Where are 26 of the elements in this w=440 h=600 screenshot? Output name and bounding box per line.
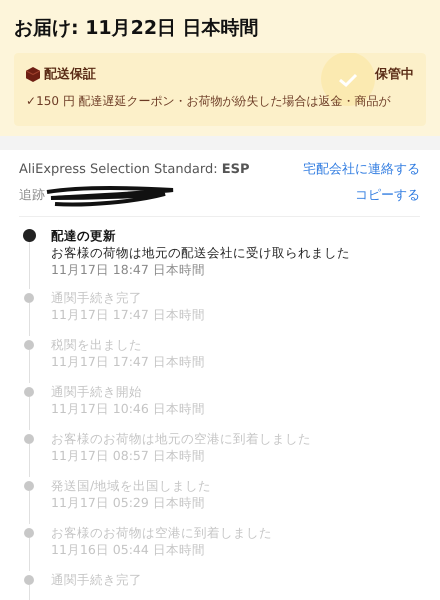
event-time: 11月17日 10:46 日本時間 <box>51 400 205 416</box>
event-time: 11月16日 05:44 日本時間 <box>51 540 206 558</box>
event-title: 税関を出ました <box>51 336 143 352</box>
event-title: お客様のお荷物は地元の空港に到着しました <box>51 430 311 446</box>
event-title: 通関手続き開始 <box>51 382 143 400</box>
event-time: 11月17日 18:47 日本時間 <box>51 260 206 278</box>
event-title: お客様のお荷物は空港に到着しました <box>51 524 272 540</box>
event-title: 通関手続き完了 <box>51 570 142 588</box>
event-time: 11月17日 17:47 日本時間 <box>51 306 205 322</box>
guarantee-status: 保管中 <box>375 66 414 84</box>
event-time: 11月17日 08:57 日本時間 <box>51 446 206 464</box>
tracking-label: 追跡 <box>19 186 45 205</box>
check-icon: ✓ <box>26 92 36 110</box>
guarantee-details: 150 円 配達遅延クーポン・お荷物が紛失した場合は返金・商品が <box>36 93 391 110</box>
event-time: 11月17日 05:29 日本時間 <box>51 494 206 510</box>
event-title: 配達の更新 <box>51 226 117 244</box>
event-time: 11月17日 17:47 日本時間 <box>51 352 205 370</box>
guarantee-title: 配送保証 <box>44 66 96 84</box>
carrier-name: AliExpress Selection Standard: ESP <box>19 161 250 179</box>
event-description: お客様の荷物は地元の配送会社に受け取られました <box>51 244 350 260</box>
event-title: 通関手続き完了 <box>51 288 143 306</box>
event-title: 発送国/地域を出国しました <box>51 476 212 494</box>
package-icon <box>26 66 40 82</box>
contact-carrier-link[interactable]: 宅配会社に連絡する <box>303 160 420 180</box>
delivery-date-title: お届け: 11月22日 日本時間 <box>14 16 260 41</box>
copy-link[interactable]: コピーする <box>355 186 420 206</box>
